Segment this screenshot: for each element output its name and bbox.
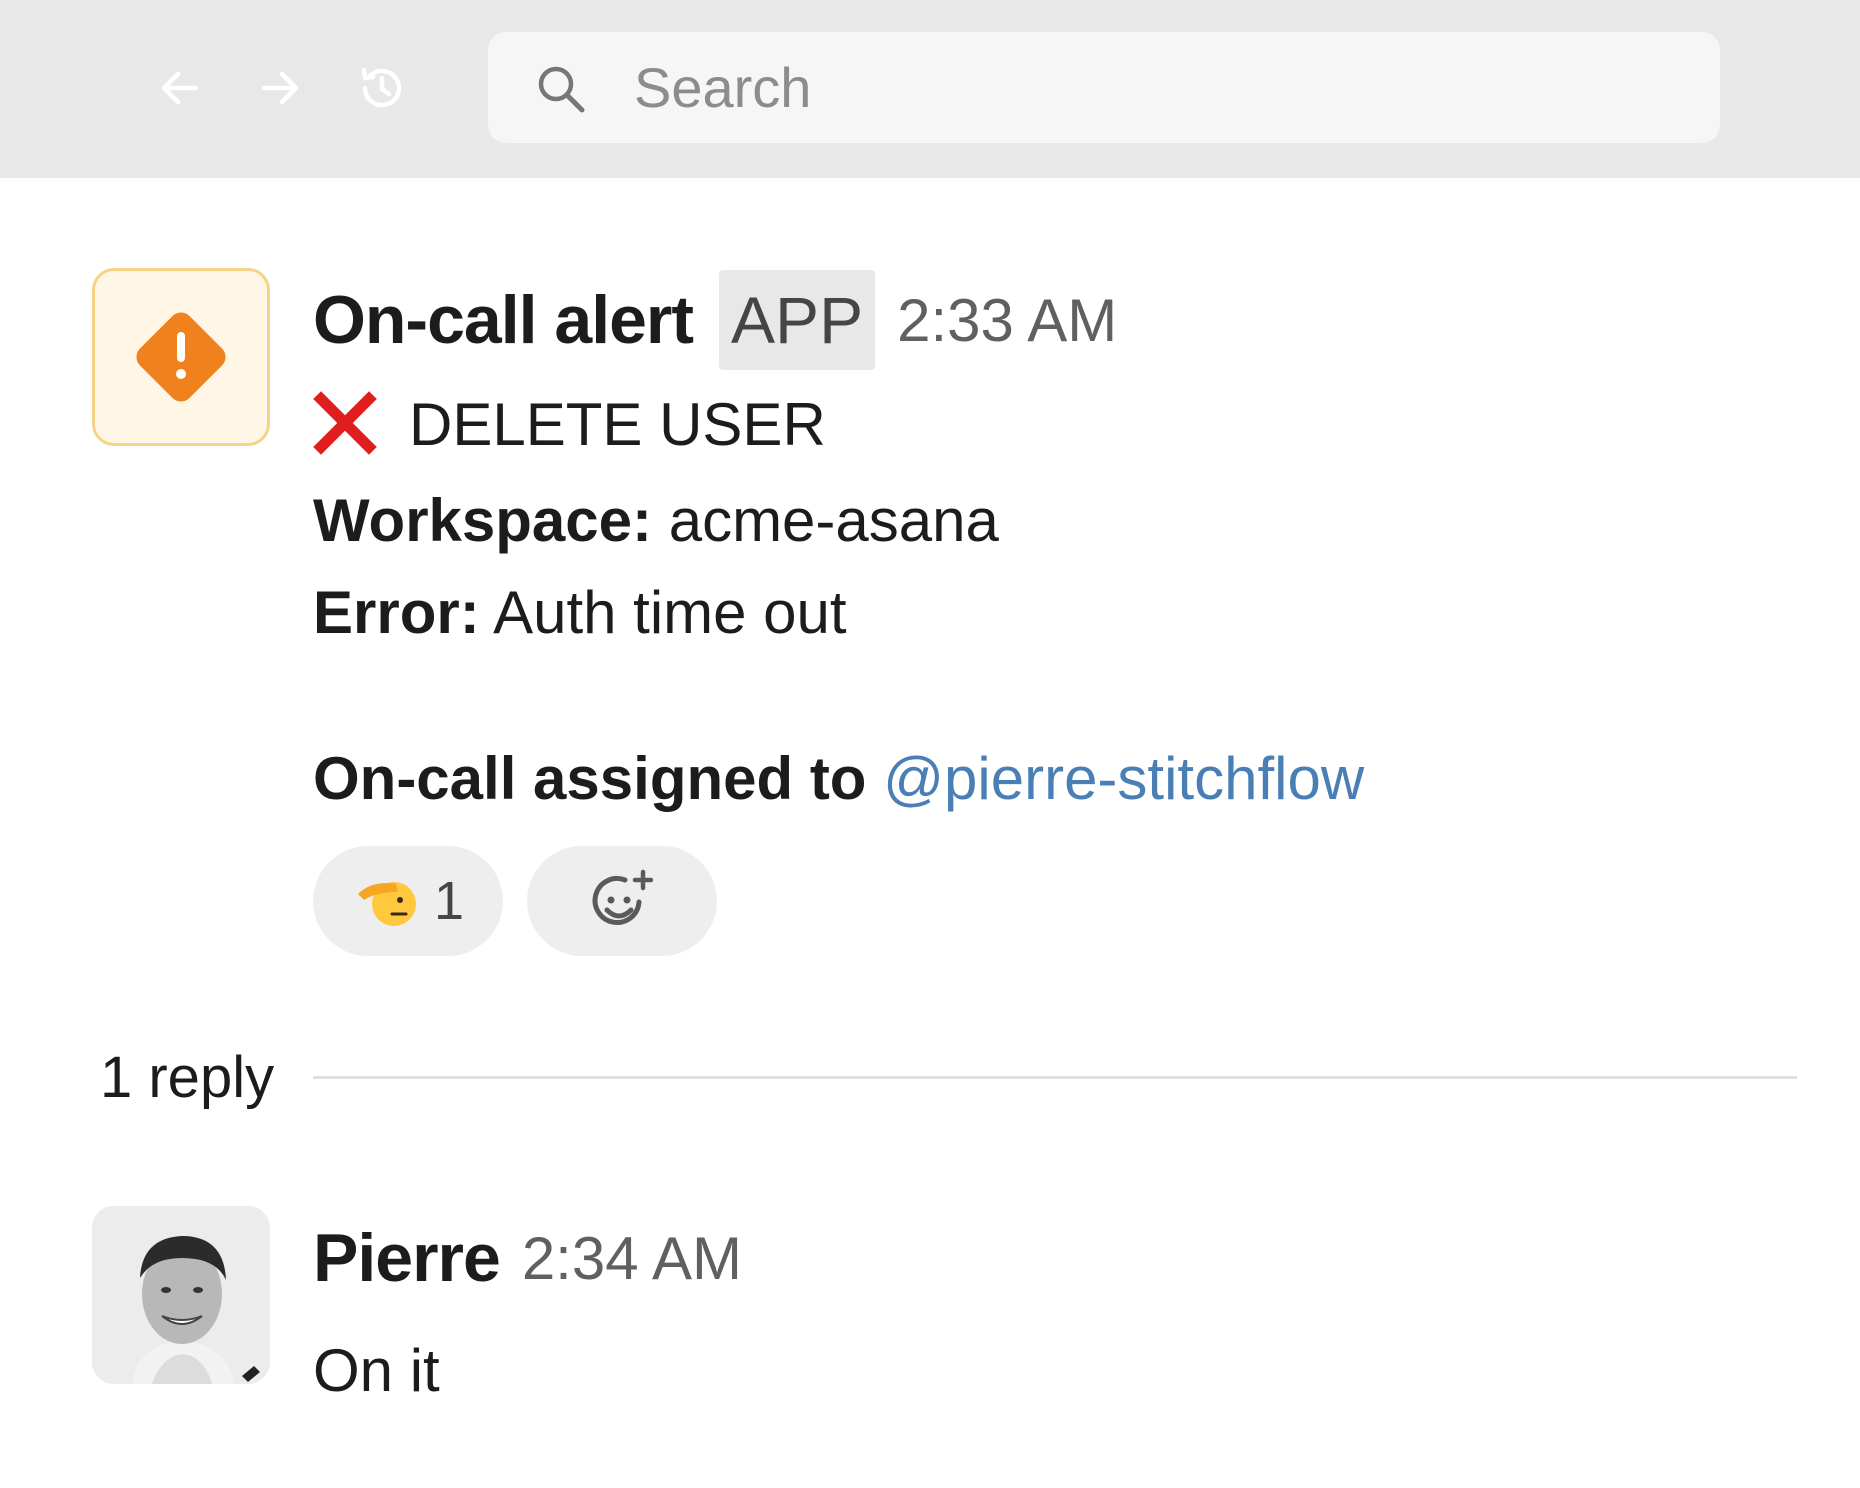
search-icon [538,66,585,113]
reply-message-text: On it [313,1337,440,1404]
assignment-line: On-call assigned to @pierre-stitchflow [313,744,1364,813]
top-bar [0,0,1860,178]
alert-app-avatar[interactable] [92,268,270,446]
error-line: Error: Auth time out [313,578,847,647]
action-line: DELETE USER [313,390,826,461]
history-button[interactable] [352,58,412,118]
add-reaction-button[interactable] [527,846,717,956]
back-button[interactable] [150,58,210,118]
arrow-left-icon [161,71,199,105]
saluting-face-icon [357,882,416,926]
thread-divider [313,1076,1797,1079]
search-input[interactable] [634,52,1674,122]
message-timestamp[interactable]: 2:34 AM [522,1224,742,1293]
reply-message-header: Pierre 2:34 AM [313,1208,742,1308]
message-timestamp[interactable]: 2:33 AM [897,286,1117,355]
reaction-count: 1 [433,871,465,931]
sender-name[interactable]: On-call alert [313,281,694,359]
workspace-value: acme-asana [668,487,999,554]
sender-name[interactable]: Pierre [313,1219,501,1297]
reaction-salute[interactable]: 1 [313,846,503,956]
app-badge: APP [719,270,876,370]
workspace-line: Workspace: acme-asana [313,486,999,555]
user-photo [92,1206,270,1384]
workspace-label: Workspace: [313,487,653,554]
search-bar[interactable] [488,32,1720,143]
assigned-label: On-call assigned to [313,745,867,812]
user-mention-link[interactable]: @pierre-stitchflow [883,745,1364,812]
history-icon [361,67,402,108]
reply-count-link[interactable]: 1 reply [100,1044,274,1111]
forward-button[interactable] [250,58,310,118]
red-x-icon [313,391,377,455]
arrow-right-icon [261,71,299,105]
error-value: Auth time out [493,579,847,646]
warning-diamond-icon [136,312,226,402]
action-text: DELETE USER [409,391,826,458]
alert-message-header: On-call alert APP 2:33 AM [313,270,1117,370]
user-avatar[interactable] [92,1206,270,1384]
error-label: Error: [313,579,480,646]
add-emoji-icon [592,869,654,925]
